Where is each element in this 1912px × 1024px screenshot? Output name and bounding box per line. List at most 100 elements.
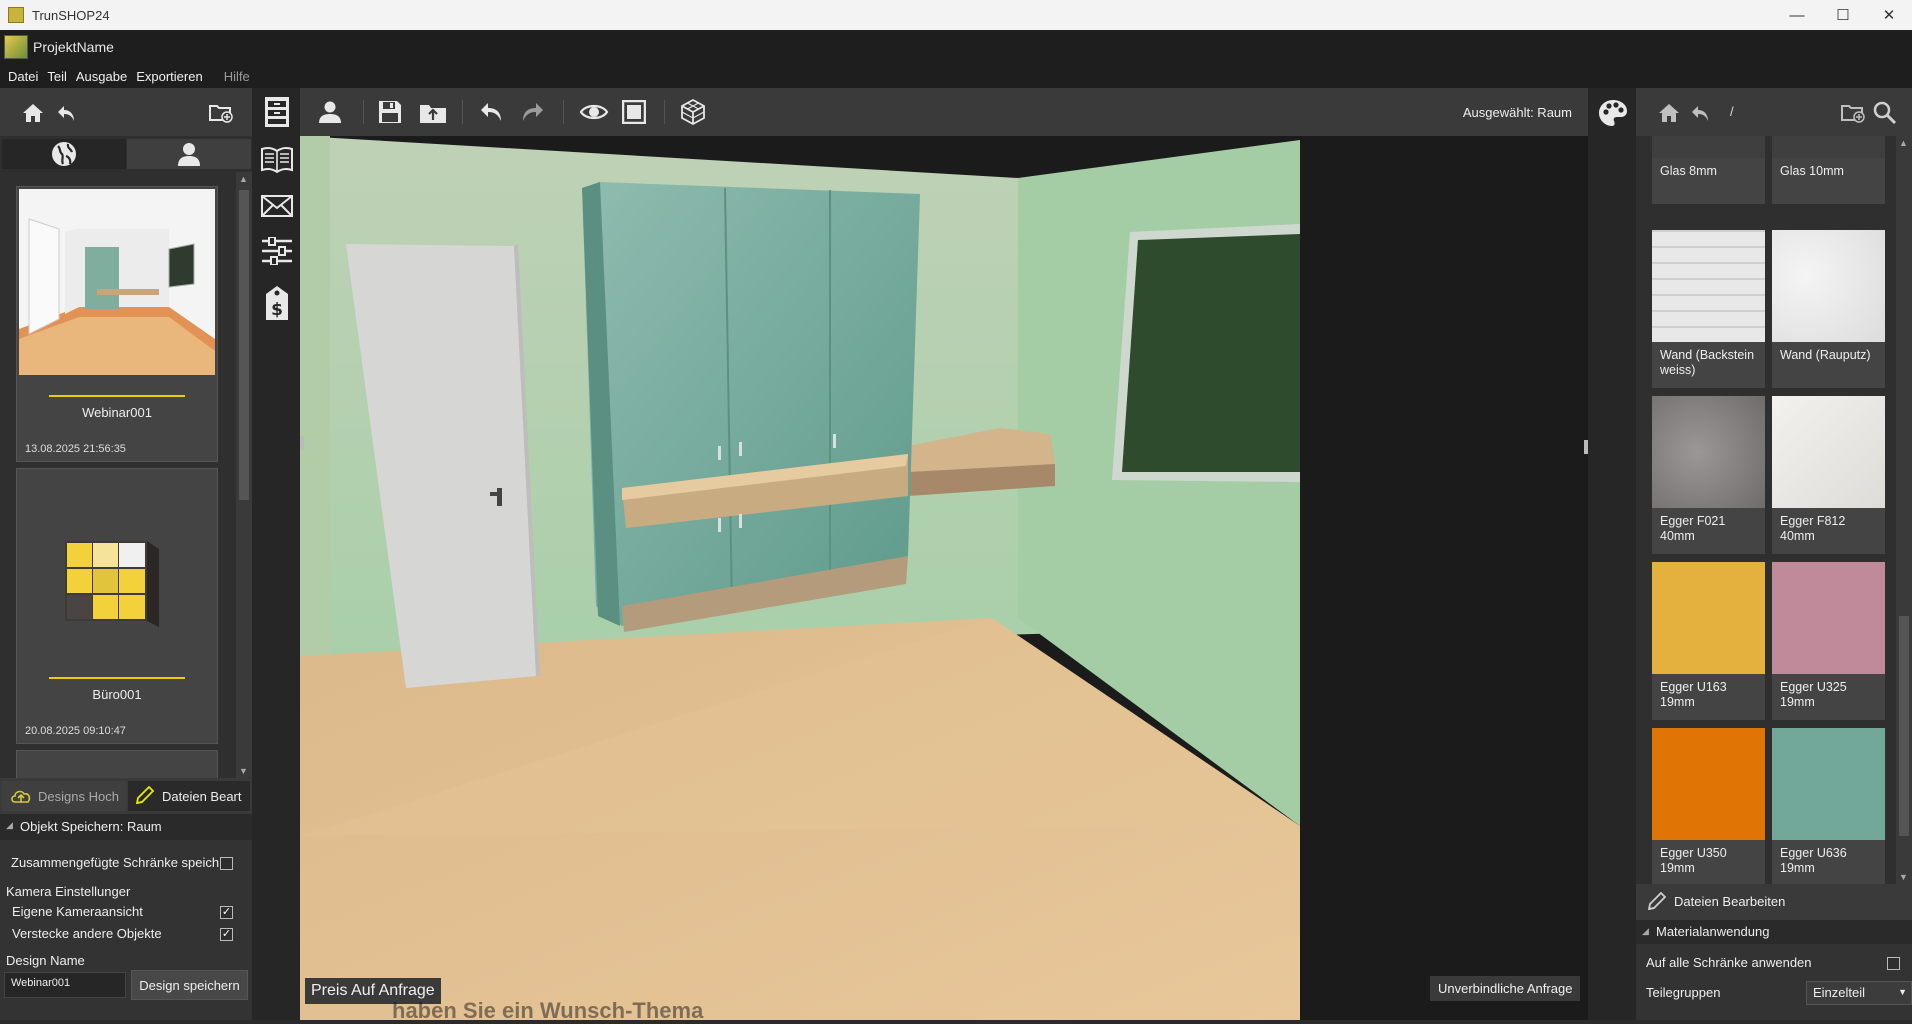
- open-folder-icon[interactable]: [418, 98, 448, 126]
- menu-hilfe[interactable]: Hilfe: [224, 69, 250, 84]
- material-egger-f021[interactable]: Egger F021 40mm: [1652, 396, 1765, 554]
- pencil-icon: [1647, 892, 1667, 911]
- home-icon[interactable]: [20, 100, 46, 126]
- scroll-up-icon[interactable]: ▲: [1899, 138, 1908, 148]
- scroll-down-icon[interactable]: ▼: [1899, 872, 1908, 882]
- material-egger-u325[interactable]: Egger U325 19mm: [1772, 562, 1885, 720]
- new-folder-icon[interactable]: [208, 100, 234, 126]
- material-egger-u163[interactable]: Egger U163 19mm: [1652, 562, 1765, 720]
- window-title: TrunSHOP24: [32, 8, 110, 23]
- redo-icon[interactable]: [518, 98, 546, 126]
- material-egger-f812[interactable]: Egger F812 40mm: [1772, 396, 1885, 554]
- material-egger-u350[interactable]: Egger U350 19mm: [1652, 728, 1765, 884]
- material-usage-header[interactable]: ◢ Materialanwendung: [1636, 920, 1912, 944]
- design-name-input[interactable]: Webinar001: [4, 972, 126, 998]
- back-icon[interactable]: [54, 100, 80, 126]
- inquiry-button[interactable]: Unverbindliche Anfrage: [1430, 976, 1581, 1001]
- material-grid-scrollbar[interactable]: ▲ ▼: [1896, 136, 1912, 884]
- globe-icon: [52, 142, 76, 166]
- material-swatch: [1772, 136, 1885, 158]
- save-icon[interactable]: [376, 98, 404, 126]
- design-thumbnail: [19, 189, 215, 375]
- eye-icon[interactable]: [578, 98, 610, 126]
- new-folder-icon[interactable]: [1840, 100, 1866, 126]
- toolbar-separator: [563, 100, 564, 124]
- material-wand-backstein[interactable]: Wand (Backstein weiss): [1652, 230, 1765, 388]
- hide-objects-label: Verstecke andere Objekte: [12, 926, 162, 941]
- 3d-cube-icon[interactable]: [678, 98, 708, 126]
- material-glas-8mm[interactable]: Glas 8mm: [1652, 136, 1765, 204]
- combined-label: Zusammengefügte Schränke speich: [11, 855, 220, 870]
- object-save-header[interactable]: ◢ Objekt Speichern: Raum: [0, 814, 252, 840]
- tab-designs-upload[interactable]: Designs Hoch: [2, 781, 126, 811]
- material-label: Egger F021 40mm: [1660, 514, 1726, 543]
- tab-global[interactable]: [2, 139, 126, 169]
- maximize-button[interactable]: ☐: [1820, 0, 1866, 30]
- apply-all-checkbox[interactable]: [1887, 957, 1900, 970]
- palette-icon[interactable]: [1596, 96, 1630, 130]
- material-label: Egger U325 19mm: [1780, 680, 1847, 709]
- menu-datei[interactable]: Datei: [8, 69, 38, 84]
- hide-objects-checkbox[interactable]: ✓: [220, 928, 233, 941]
- project-icon: [4, 35, 28, 59]
- undo-icon[interactable]: [478, 98, 506, 126]
- cabinet-icon[interactable]: [262, 94, 292, 130]
- sliders-icon[interactable]: [260, 236, 294, 266]
- material-swatch: [1652, 230, 1765, 342]
- tab-edit-files[interactable]: Dateien Beart: [128, 781, 250, 811]
- material-wand-rauputz[interactable]: Wand (Rauputz): [1772, 230, 1885, 388]
- apply-all-label: Auf alle Schränke anwenden: [1646, 955, 1812, 970]
- design-thumbnail: [19, 471, 215, 657]
- home-icon[interactable]: [1656, 100, 1682, 126]
- right-vertical-toolbar: [1588, 88, 1636, 1020]
- camera-settings-header: Kamera Einstellunger: [6, 884, 131, 899]
- left-bottom-tabs: Designs Hoch Dateien Beart: [0, 778, 252, 814]
- price-tag-icon[interactable]: $: [262, 284, 292, 322]
- material-glas-10mm[interactable]: Glas 10mm: [1772, 136, 1885, 204]
- material-grid: Glas 8mm Glas 10mm Wand (Backstein weiss…: [1636, 136, 1896, 884]
- design-card-partial[interactable]: [16, 750, 218, 778]
- design-separator: [49, 395, 185, 397]
- material-swatch: [1772, 230, 1885, 342]
- left-segment-tabs: [0, 136, 252, 172]
- search-icon[interactable]: [1872, 100, 1898, 126]
- menu-bar: Datei Teil Ausgabe Exportieren Hilfe: [0, 64, 1912, 88]
- combined-checkbox[interactable]: [220, 857, 233, 870]
- collapse-icon: ◢: [1642, 926, 1649, 936]
- material-egger-u636[interactable]: Egger U636 19mm: [1772, 728, 1885, 884]
- frame-icon[interactable]: [620, 98, 648, 126]
- design-list-scrollbar[interactable]: ▲ ▼: [236, 172, 252, 778]
- scrollbar-thumb[interactable]: [1899, 616, 1909, 836]
- menu-teil[interactable]: Teil: [47, 69, 67, 84]
- collapse-icon: ◢: [6, 820, 13, 830]
- design-name: Büro001: [92, 687, 142, 702]
- scroll-down-icon[interactable]: ▼: [239, 766, 248, 776]
- menu-ausgabe[interactable]: Ausgabe: [76, 69, 127, 84]
- left-splitter-handle[interactable]: [300, 436, 304, 450]
- design-card-webinar001[interactable]: Webinar001 13.08.2025 21:56:35: [16, 186, 218, 462]
- svg-text:$: $: [271, 300, 283, 320]
- material-swatch: [1652, 728, 1765, 840]
- user-icon: [178, 143, 200, 166]
- minimize-button[interactable]: —: [1774, 0, 1820, 30]
- toolbar-separator: [664, 100, 665, 124]
- 3d-viewport[interactable]: [300, 136, 1588, 1020]
- own-camera-checkbox[interactable]: ✓: [220, 906, 233, 919]
- room-scene: [300, 136, 1588, 1020]
- material-label: Wand (Backstein weiss): [1660, 348, 1755, 377]
- menu-exportieren[interactable]: Exportieren: [136, 69, 202, 84]
- scroll-up-icon[interactable]: ▲: [239, 174, 248, 184]
- save-design-button[interactable]: Design speichern: [131, 970, 248, 1000]
- material-label: Glas 10mm: [1780, 164, 1844, 178]
- part-groups-select[interactable]: Einzelteil ▼: [1806, 981, 1912, 1005]
- edit-files-button[interactable]: Dateien Bearbeiten: [1636, 884, 1912, 920]
- design-card-buero001[interactable]: Büro001 20.08.2025 09:10:47: [16, 468, 218, 744]
- mail-icon[interactable]: [260, 192, 294, 220]
- close-button[interactable]: ✕: [1866, 0, 1912, 30]
- catalog-book-icon[interactable]: [260, 142, 294, 176]
- user-icon[interactable]: [316, 98, 344, 126]
- tab-personal[interactable]: [127, 139, 251, 169]
- main-toolbar: Ausgewählt: Raum: [300, 88, 1588, 136]
- back-icon[interactable]: [1688, 100, 1714, 126]
- scrollbar-thumb[interactable]: [239, 190, 249, 500]
